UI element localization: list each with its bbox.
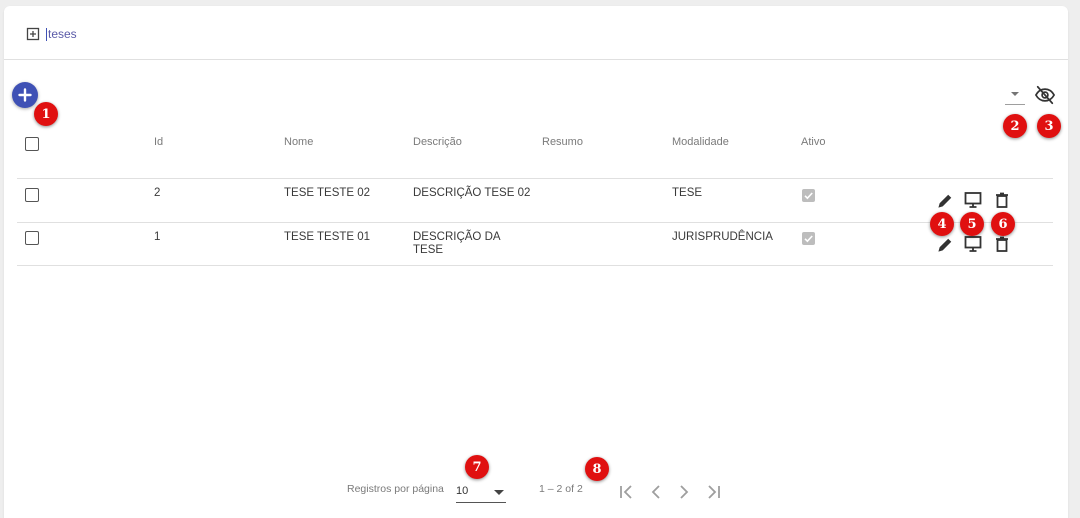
breadcrumb[interactable]: teses [26, 26, 77, 42]
cell-nome: TESE TESTE 02 [284, 187, 371, 199]
column-select[interactable] [1005, 84, 1025, 105]
row-checkbox[interactable] [25, 188, 39, 202]
last-page-icon [708, 485, 720, 499]
row-checkbox[interactable] [25, 231, 39, 245]
first-page-button[interactable] [616, 482, 638, 502]
content-card [4, 6, 1068, 518]
edit-button[interactable] [935, 191, 955, 211]
ativo-checkbox [802, 189, 815, 202]
column-header-id[interactable]: Id [154, 136, 163, 148]
annotation-badge: 2 [1003, 114, 1027, 138]
annotation-badge: 4 [930, 212, 954, 236]
cell-modalidade: TESE [672, 187, 703, 199]
cell-descricao: DESCRIÇÃO DA [413, 231, 501, 243]
visibility-toggle[interactable] [1034, 85, 1056, 105]
annotation-badge: 8 [585, 457, 609, 481]
edit-button[interactable] [935, 235, 955, 255]
check-icon [804, 192, 813, 200]
dropdown-caret-icon [494, 490, 504, 495]
delete-button[interactable] [992, 190, 1012, 210]
add-button[interactable] [12, 82, 38, 108]
previous-page-icon [651, 485, 660, 499]
delete-button[interactable] [992, 234, 1012, 254]
ativo-checkbox [802, 232, 815, 245]
monitor-icon [964, 236, 982, 252]
header-divider-line [17, 178, 1053, 179]
annotation-badge: 5 [960, 212, 984, 236]
annotation-badge: 1 [34, 102, 58, 126]
column-header-modalidade[interactable]: Modalidade [672, 136, 729, 148]
cell-nome: TESE TESTE 01 [284, 231, 371, 243]
cell-id: 1 [154, 231, 161, 243]
plus-icon [18, 88, 32, 102]
view-button[interactable] [963, 234, 983, 254]
first-page-icon [620, 485, 632, 499]
column-header-descricao[interactable]: Descrição [413, 136, 462, 148]
annotation-badge: 7 [465, 455, 489, 479]
column-header-ativo[interactable]: Ativo [801, 136, 825, 148]
annotation-badge: 6 [991, 212, 1015, 236]
dropdown-caret-icon [1011, 92, 1019, 96]
cell-id: 2 [154, 187, 161, 199]
page-range-label: 1 – 2 of 2 [539, 483, 583, 495]
cell-modalidade: JURISPRUDÊNCIA [672, 231, 773, 243]
add-box-icon [26, 27, 40, 41]
view-button[interactable] [963, 190, 983, 210]
monitor-icon [964, 192, 982, 208]
previous-page-button[interactable] [645, 482, 667, 502]
row-divider-line [17, 265, 1053, 266]
page-size-value: 10 [456, 485, 469, 497]
column-header-nome[interactable]: Nome [284, 136, 313, 148]
cell-descricao: DESCRIÇÃO TESE 02 [413, 187, 531, 199]
header-divider [4, 59, 1068, 60]
column-header-resumo[interactable]: Resumo [542, 136, 583, 148]
delete-icon [996, 192, 1008, 208]
next-page-button[interactable] [673, 482, 695, 502]
cell-descricao-line2: TESE [413, 244, 444, 256]
check-icon [804, 235, 813, 243]
row-divider-line [17, 222, 1053, 223]
eye-off-icon [1034, 85, 1056, 105]
select-all-checkbox[interactable] [25, 137, 39, 151]
edit-icon [938, 194, 952, 208]
page-size-label: Registros por página [347, 483, 444, 495]
annotation-badge: 3 [1037, 114, 1061, 138]
next-page-icon [680, 485, 689, 499]
breadcrumb-label[interactable]: teses [46, 27, 77, 41]
delete-icon [996, 236, 1008, 252]
edit-icon [938, 238, 952, 252]
last-page-button[interactable] [702, 482, 724, 502]
page-size-select[interactable]: 10 [456, 484, 506, 503]
